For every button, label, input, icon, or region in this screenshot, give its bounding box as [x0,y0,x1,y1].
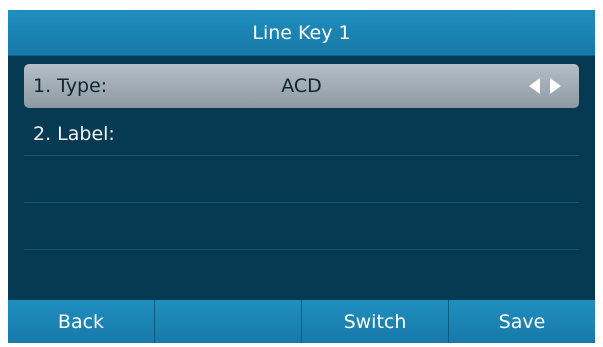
blank-softkey[interactable] [154,300,301,343]
phone-screen: Line Key 1 1. Type: ACD 2. Label: Back S [8,10,595,343]
switch-softkey[interactable]: Switch [301,300,448,343]
label-field-value[interactable] [24,112,579,155]
empty-row [24,203,579,250]
value-arrows [529,64,561,108]
right-arrow-icon[interactable] [550,78,561,94]
label-field-row[interactable]: 2. Label: [24,112,579,156]
empty-row [24,156,579,203]
save-softkey[interactable]: Save [448,300,595,343]
phone-display-frame: Line Key 1 1. Type: ACD 2. Label: Back S [0,0,603,347]
back-softkey[interactable]: Back [8,300,154,343]
left-arrow-icon[interactable] [529,78,540,94]
softkey-bar: Back Switch Save [8,300,595,343]
page-title: Line Key 1 [252,21,351,44]
type-field-row[interactable]: 1. Type: ACD [24,64,579,108]
type-field-value: ACD [281,75,322,97]
title-bar: Line Key 1 [8,10,595,56]
